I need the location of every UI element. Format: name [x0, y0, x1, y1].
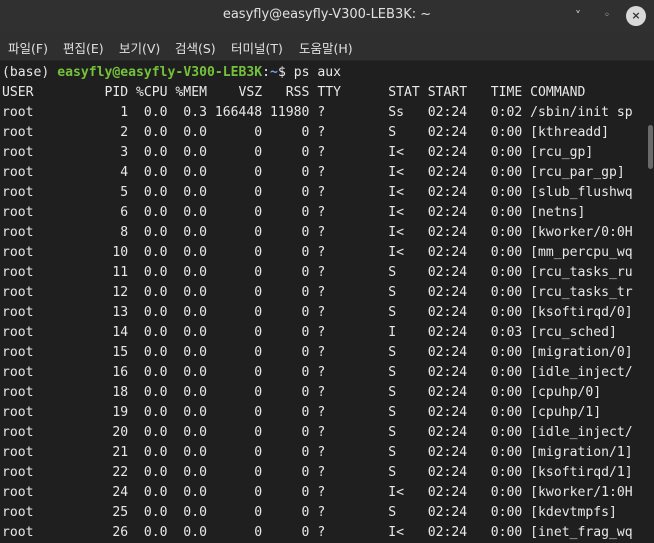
- ps-row: root 14 0.0 0.0 0 0 ? I 02:24 0:03 [rcu_…: [2, 325, 617, 340]
- prompt-symbol: $: [277, 65, 294, 80]
- ps-row: root 13 0.0 0.0 0 0 ? S 02:24 0:00 [ksof…: [2, 305, 633, 320]
- terminal-text: (base) easyfly@easyfly-V300-LEB3K:~$ ps …: [0, 61, 654, 543]
- ps-row: root 11 0.0 0.0 0 0 ? S 02:24 0:00 [rcu_…: [2, 265, 633, 280]
- ps-row: root 26 0.0 0.0 0 0 ? I< 02:24 0:00 [ine…: [2, 525, 633, 540]
- ps-header: USER PID %CPU %MEM VSZ RSS TTY STAT STAR…: [2, 85, 586, 100]
- ps-row: root 6 0.0 0.0 0 0 ? I< 02:24 0:00 [netn…: [2, 205, 586, 220]
- prompt-env: (base): [2, 65, 58, 80]
- ps-row: root 19 0.0 0.0 0 0 ? S 02:24 0:00 [cpuh…: [2, 405, 602, 420]
- ps-row: root 10 0.0 0.0 0 0 ? I< 02:24 0:00 [mm_…: [2, 245, 633, 260]
- prompt-userhost: easyfly@easyfly-V300-LEB3K: [57, 65, 263, 80]
- prompt-sep: :: [262, 65, 271, 80]
- menu-help[interactable]: 도움말(H): [299, 38, 353, 57]
- ps-row: root 4 0.0 0.0 0 0 ? I< 02:24 0:00 [rcu_…: [2, 165, 625, 180]
- ps-row: root 2 0.0 0.0 0 0 ? S 02:24 0:00 [kthre…: [2, 125, 609, 140]
- ps-row: root 18 0.0 0.0 0 0 ? S 02:24 0:00 [cpuh…: [2, 385, 602, 400]
- ps-row: root 25 0.0 0.0 0 0 ? S 02:24 0:00 [kdev…: [2, 505, 617, 520]
- ps-row: root 22 0.0 0.0 0 0 ? S 02:24 0:00 [ksof…: [2, 465, 633, 480]
- ps-row: root 21 0.0 0.0 0 0 ? S 02:24 0:00 [migr…: [2, 445, 633, 460]
- close-icon[interactable]: ×: [626, 6, 646, 26]
- ps-row: root 20 0.0 0.0 0 0 ? S 02:24 0:00 [idle…: [2, 425, 633, 440]
- menu-bar: 파일(F) 편집(E) 보기(V) 검색(S) 터미널(T) 도움말(H): [0, 32, 654, 61]
- menu-file[interactable]: 파일(F): [8, 38, 48, 57]
- menu-terminal[interactable]: 터미널(T): [231, 38, 283, 57]
- maximize-icon[interactable]: ◦: [597, 6, 617, 26]
- minimize-icon[interactable]: ˅: [568, 6, 588, 26]
- menu-view[interactable]: 보기(V): [119, 38, 160, 57]
- ps-row: root 3 0.0 0.0 0 0 ? I< 02:24 0:00 [rcu_…: [2, 145, 594, 160]
- ps-row: root 12 0.0 0.0 0 0 ? S 02:24 0:00 [rcu_…: [2, 285, 633, 300]
- prompt-path: ~: [270, 65, 278, 80]
- menu-edit[interactable]: 편집(E): [63, 38, 104, 57]
- ps-row: root 24 0.0 0.0 0 0 ? I< 02:24 0:00 [kwo…: [2, 485, 633, 500]
- ps-row: root 15 0.0 0.0 0 0 ? S 02:24 0:00 [migr…: [2, 345, 633, 360]
- ps-row: root 5 0.0 0.0 0 0 ? I< 02:24 0:00 [slub…: [2, 185, 633, 200]
- title-bar[interactable]: easyfly@easyfly-V300-LEB3K: ~ ˅ ◦ ×: [0, 0, 654, 32]
- scrollbar[interactable]: [648, 125, 653, 169]
- ps-row: root 8 0.0 0.0 0 0 ? I< 02:24 0:00 [kwor…: [2, 225, 633, 240]
- terminal-output[interactable]: (base) easyfly@easyfly-V300-LEB3K:~$ ps …: [0, 61, 654, 543]
- prompt-command: ps aux: [293, 65, 342, 80]
- menu-search[interactable]: 검색(S): [175, 38, 216, 57]
- ps-row: root 1 0.0 0.3 166448 11980 ? Ss 02:24 0…: [2, 105, 633, 120]
- window-title: easyfly@easyfly-V300-LEB3K: ~: [222, 7, 432, 22]
- ps-row: root 16 0.0 0.0 0 0 ? S 02:24 0:00 [idle…: [2, 365, 633, 380]
